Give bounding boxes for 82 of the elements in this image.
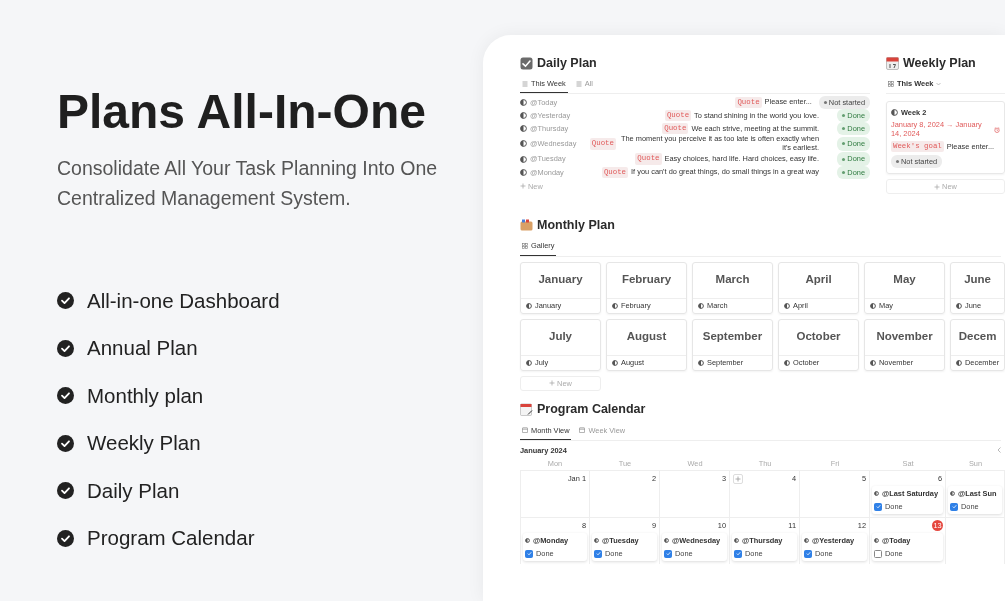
card-title: July xyxy=(549,329,572,345)
card-title: January xyxy=(538,272,583,288)
half-circle-icon xyxy=(526,359,532,366)
half-circle-icon xyxy=(664,538,669,544)
feature-item: Weekly Plan xyxy=(87,430,201,457)
chevron-left-icon xyxy=(997,447,1001,454)
half-circle-icon xyxy=(525,538,530,544)
checkbox[interactable] xyxy=(525,549,533,558)
checkbox[interactable] xyxy=(804,549,812,558)
half-circle-icon xyxy=(804,538,809,544)
card-title: April xyxy=(805,272,832,288)
feature-item: All-in-one Dashboard xyxy=(87,287,280,314)
checkbox[interactable] xyxy=(734,549,742,558)
half-circle-icon xyxy=(698,359,704,366)
card-title: June xyxy=(964,272,991,288)
list-icon xyxy=(522,80,528,87)
half-circle-icon xyxy=(874,490,879,496)
half-circle-icon xyxy=(784,359,790,366)
half-circle-icon xyxy=(870,359,876,366)
half-circle-icon xyxy=(520,112,527,120)
section-title: Monthly Plan xyxy=(537,217,615,235)
subtitle: Consolidate All Your Task Planning Into One Centralized Management System. xyxy=(57,155,439,211)
feature-item: Monthly plan xyxy=(87,382,204,409)
calendar-icon xyxy=(579,427,586,434)
checkbox[interactable] xyxy=(874,502,882,511)
checkbox[interactable] xyxy=(874,549,882,558)
calendar-icon xyxy=(522,427,528,434)
grid-icon xyxy=(522,243,528,249)
half-circle-icon xyxy=(594,538,599,544)
half-circle-icon xyxy=(520,99,527,107)
half-circle-icon xyxy=(520,168,527,176)
alarm-clock-icon xyxy=(994,126,1000,133)
notepad-icon xyxy=(520,403,533,417)
half-circle-icon xyxy=(612,302,618,309)
plus-icon xyxy=(520,183,526,190)
card-title: August xyxy=(626,329,667,345)
headline: Plans All-In-One xyxy=(57,86,427,139)
section-title: Weekly Plan xyxy=(903,54,976,72)
checkbox[interactable] xyxy=(664,549,672,558)
half-circle-icon xyxy=(874,538,879,544)
checkbox[interactable] xyxy=(594,549,602,558)
half-circle-icon xyxy=(698,302,704,309)
card-title: February xyxy=(621,272,672,288)
check-circle-icon xyxy=(57,530,74,547)
half-circle-icon xyxy=(734,538,739,544)
feature-item: Program Calendar xyxy=(87,525,255,552)
checkbox-icon xyxy=(520,56,533,70)
plus-icon xyxy=(735,475,741,482)
half-circle-icon xyxy=(784,302,790,309)
half-circle-icon xyxy=(956,302,962,309)
section-title: Daily Plan xyxy=(537,54,597,72)
card-title: Decem xyxy=(958,329,997,345)
card-title: October xyxy=(796,329,841,345)
card-title: September xyxy=(702,329,763,345)
card-title: March xyxy=(715,272,750,288)
plus-icon xyxy=(549,380,556,387)
feature-item: Daily Plan xyxy=(87,477,180,504)
check-circle-icon xyxy=(57,435,74,452)
list-icon xyxy=(575,80,582,87)
feature-item: Annual Plan xyxy=(87,335,198,362)
box-icon xyxy=(520,219,533,232)
half-circle-icon xyxy=(950,490,955,496)
half-circle-icon xyxy=(520,155,527,163)
card-title: May xyxy=(893,272,916,288)
half-circle-icon xyxy=(520,125,527,133)
half-circle-icon xyxy=(891,109,898,117)
check-circle-icon xyxy=(57,340,74,357)
grid-icon xyxy=(888,80,894,87)
check-circle-icon xyxy=(57,387,74,405)
half-circle-icon xyxy=(612,359,618,366)
plus-icon xyxy=(934,183,941,190)
half-circle-icon xyxy=(870,302,876,309)
chevron-down-icon xyxy=(936,81,942,86)
half-circle-icon xyxy=(520,140,527,148)
card-title: November xyxy=(876,329,933,345)
calendar-icon xyxy=(886,56,899,70)
half-circle-icon xyxy=(956,359,962,366)
check-circle-icon xyxy=(57,292,74,310)
check-circle-icon xyxy=(57,482,74,500)
half-circle-icon xyxy=(526,302,532,309)
checkbox[interactable] xyxy=(950,502,958,511)
section-title: Program Calendar xyxy=(537,401,646,419)
